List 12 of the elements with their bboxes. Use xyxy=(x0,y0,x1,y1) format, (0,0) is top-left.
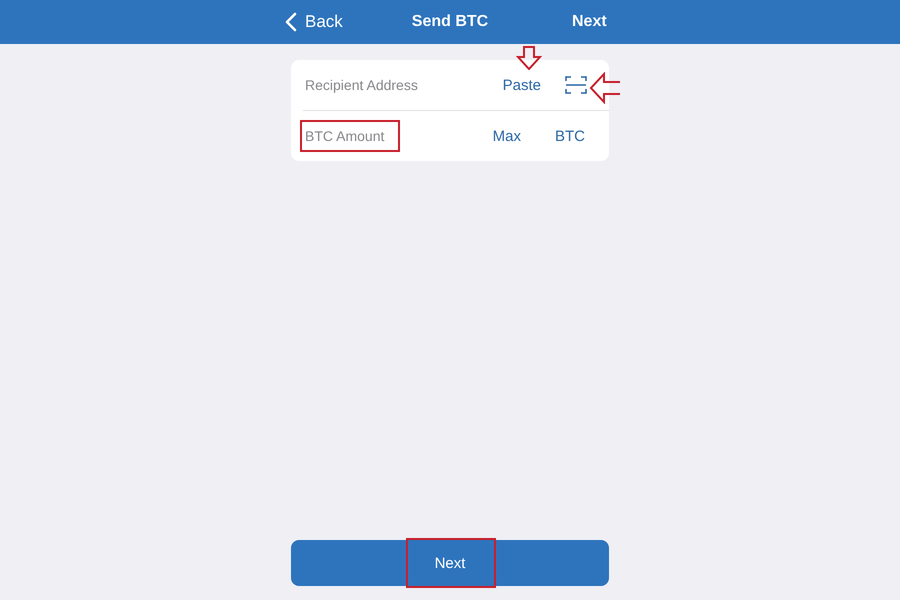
paste-button[interactable]: Paste xyxy=(498,76,545,94)
amount-field[interactable]: BTC Amount xyxy=(305,128,479,144)
address-field[interactable]: Recipient Address xyxy=(305,77,489,93)
chevron-left-icon xyxy=(285,12,297,32)
next-button[interactable]: Next xyxy=(572,13,607,31)
back-button[interactable]: Back xyxy=(285,12,343,32)
annotation-arrow xyxy=(516,46,542,70)
max-button[interactable]: Max xyxy=(488,128,525,144)
scan-icon[interactable] xyxy=(565,75,587,95)
screen-title: Send BTC xyxy=(412,13,488,31)
next-button[interactable]: Next xyxy=(291,540,609,586)
unit-button[interactable]: BTC xyxy=(551,128,589,144)
